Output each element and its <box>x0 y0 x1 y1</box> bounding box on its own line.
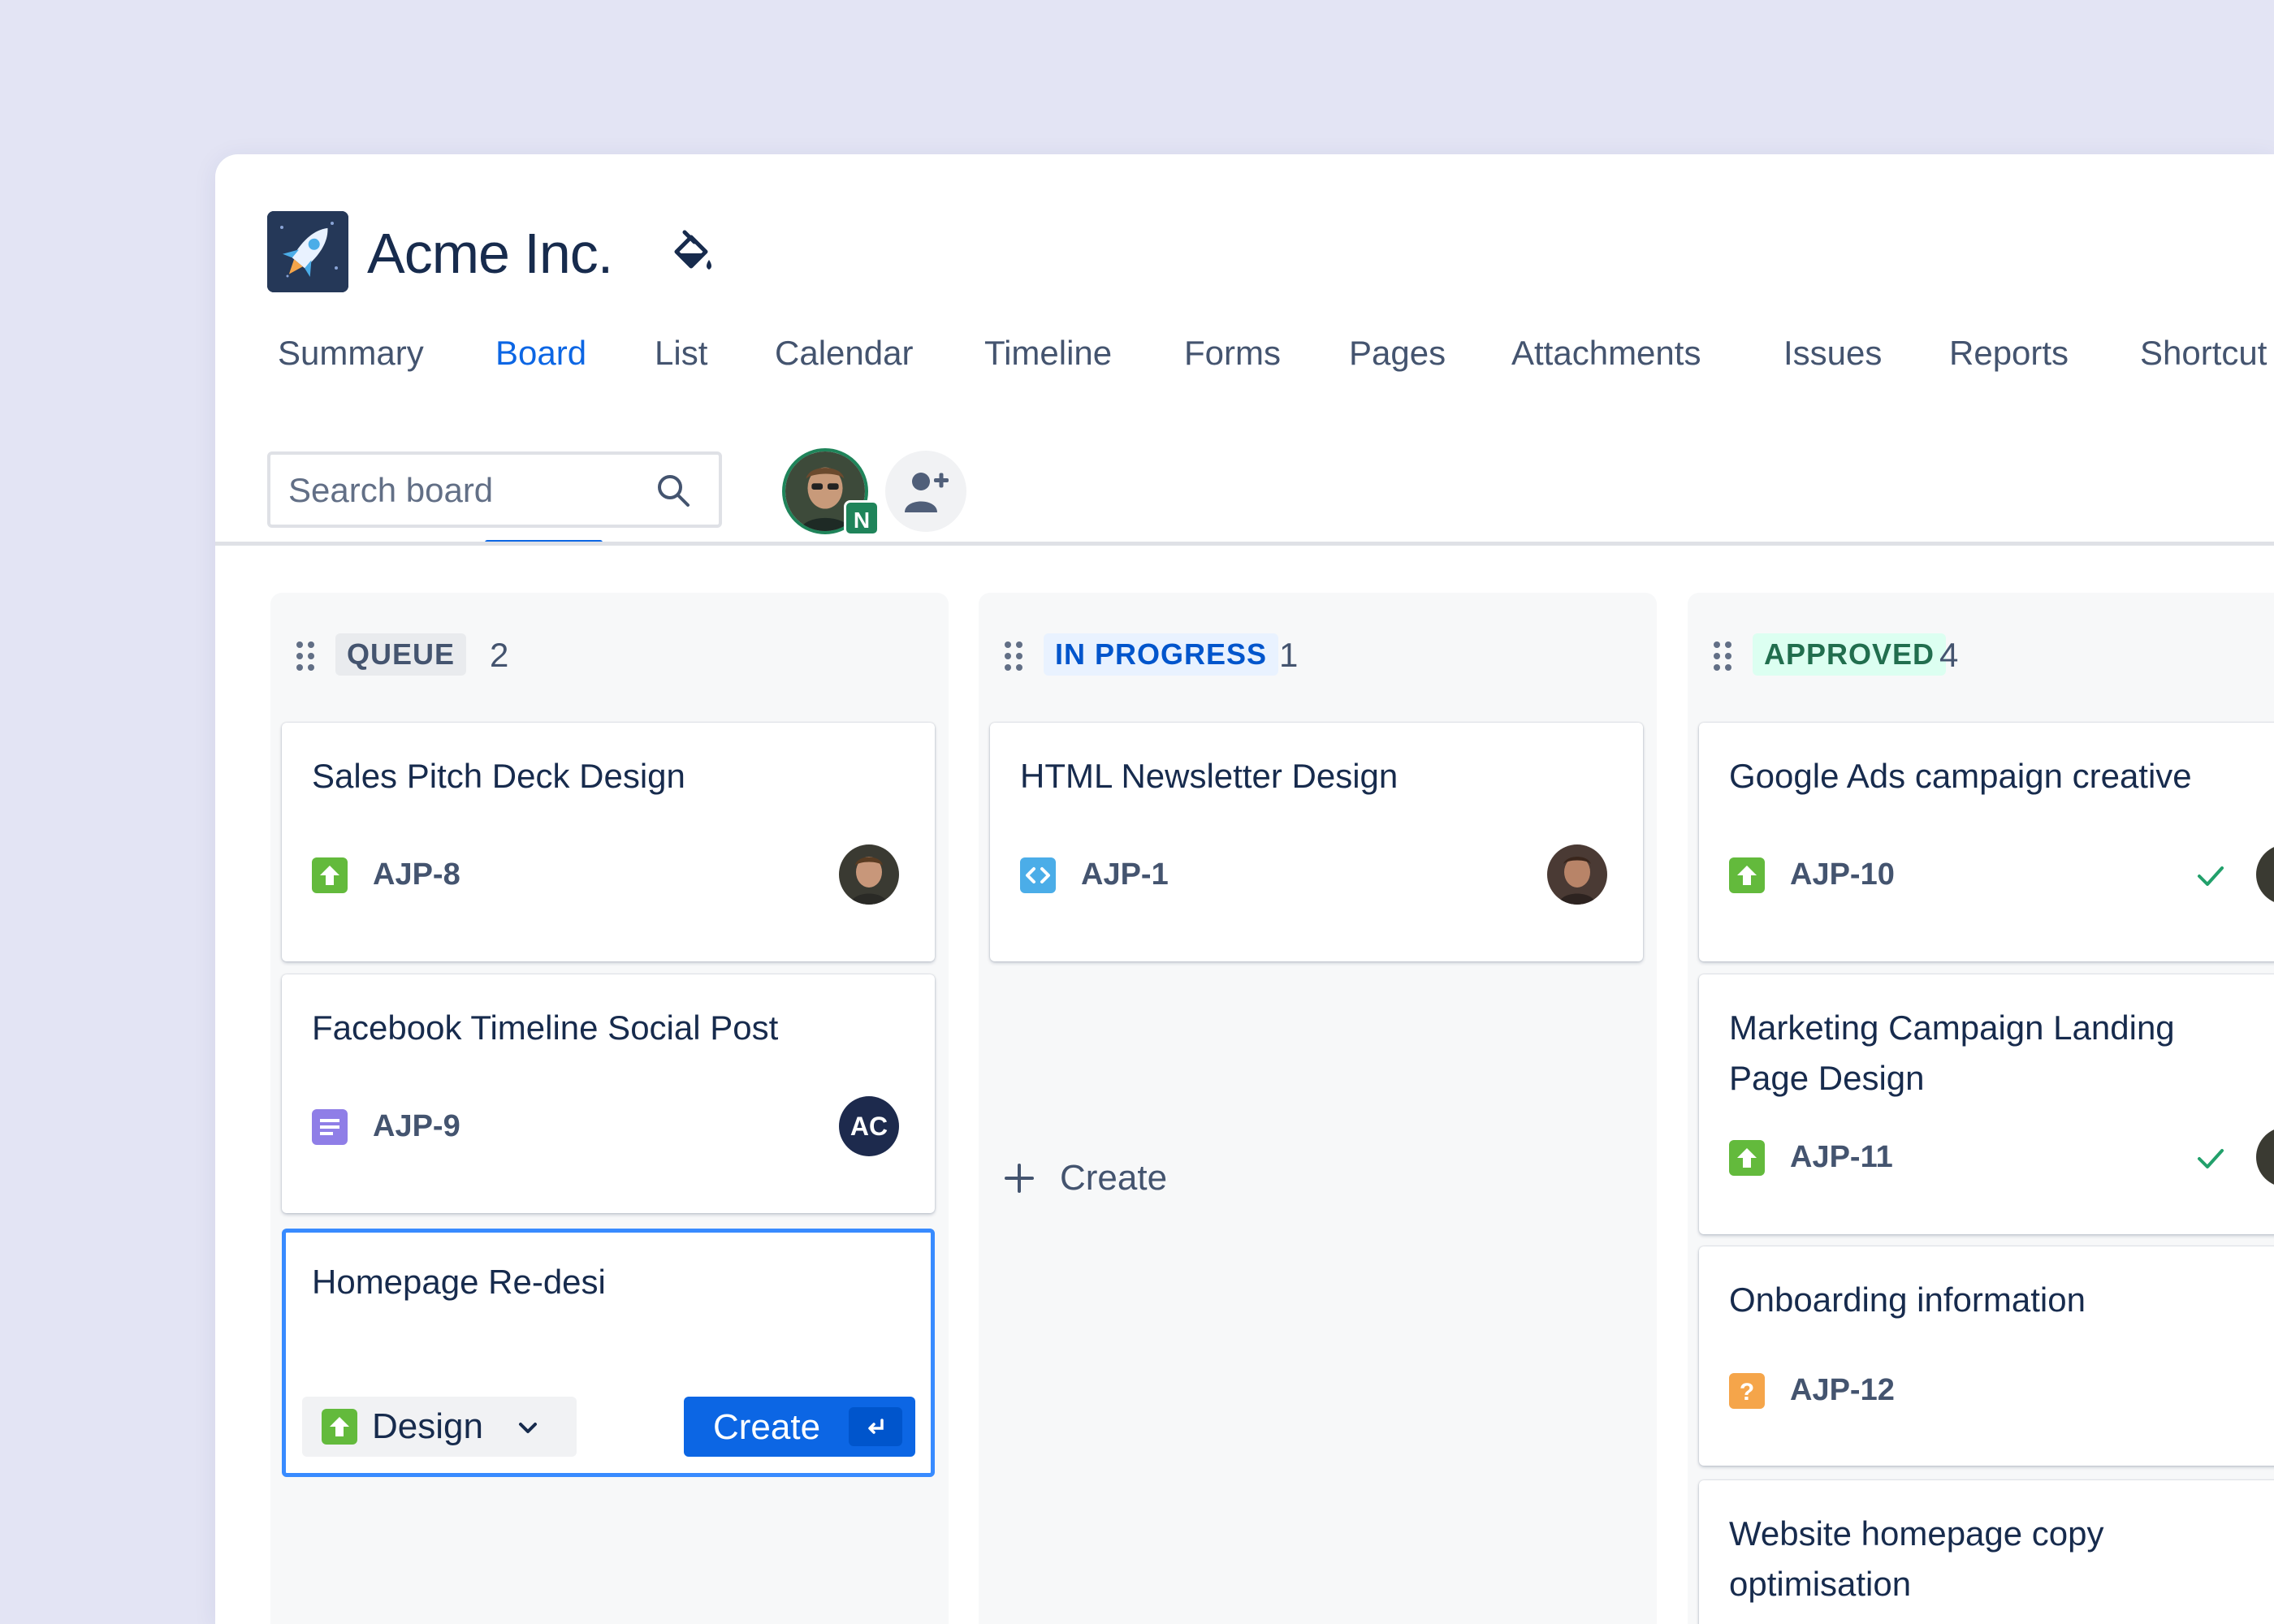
card-title: HTML Newsletter Design <box>1020 757 1399 795</box>
card-title: Website homepage copy optimisation <box>1729 1514 2104 1603</box>
rocket-icon <box>267 211 348 292</box>
tab-attachments[interactable]: Attachments <box>1511 325 1701 382</box>
tab-list[interactable]: List <box>655 325 707 382</box>
column-in-progress: IN PROGRESS 1 HTML Newsletter Design AJP… <box>979 593 1657 1624</box>
issue-type-select[interactable]: Design <box>302 1397 577 1457</box>
create-button-label: Create <box>713 1407 821 1447</box>
question-icon: ? <box>1729 1373 1765 1409</box>
card-title: Marketing Campaign Landing Page Design <box>1729 1009 2175 1097</box>
chevron-down-icon <box>519 1423 537 1433</box>
issue-card[interactable]: Sales Pitch Deck Design AJP-8 <box>282 723 935 961</box>
story-icon <box>312 857 348 893</box>
tab-summary[interactable]: Summary <box>278 325 424 382</box>
issue-count: 4 <box>1939 636 1959 674</box>
issue-count: 2 <box>490 636 509 674</box>
tab-issues[interactable]: Issues <box>1783 325 1882 382</box>
tab-timeline[interactable]: Timeline <box>984 325 1112 382</box>
status-lozenge: IN PROGRESS <box>1044 633 1279 676</box>
assignee-avatar[interactable] <box>2256 1127 2274 1187</box>
search-input[interactable] <box>287 455 647 526</box>
drag-handle-icon[interactable] <box>1003 640 1024 672</box>
create-issue-form: Design Create <box>282 1229 935 1477</box>
column-approved: APPROVED 4 Google Ads campaign creative … <box>1688 593 2274 1624</box>
enter-key-hint <box>849 1407 902 1446</box>
issue-card[interactable]: Marketing Campaign Landing Page Design A… <box>1699 974 2274 1234</box>
status-lozenge: QUEUE <box>335 633 467 676</box>
issue-key: AJP-9 <box>373 1109 460 1143</box>
issue-card[interactable]: Onboarding information ? AJP-12 <box>1699 1246 2274 1466</box>
card-title: Sales Pitch Deck Design <box>312 757 685 795</box>
column-queue: QUEUE 2 Sales Pitch Deck Design AJP-8 Fa… <box>270 593 949 1624</box>
svg-text:?: ? <box>1740 1379 1754 1406</box>
current-user-avatar[interactable]: N <box>782 448 880 536</box>
task-icon <box>312 1109 348 1145</box>
story-icon <box>1729 1140 1765 1176</box>
tab-board[interactable]: Board <box>495 325 586 382</box>
story-icon <box>322 1409 357 1445</box>
story-icon <box>1729 857 1765 893</box>
issue-card[interactable]: Website homepage copy optimisation <box>1699 1480 2274 1624</box>
tab-reports[interactable]: Reports <box>1949 325 2069 382</box>
code-icon <box>1020 857 1056 893</box>
issue-type-label: Design <box>372 1406 483 1446</box>
project-title: Acme Inc. <box>367 222 613 285</box>
search-board[interactable] <box>267 451 722 528</box>
project-panel: Acme Inc. Summary Board List Calendar Ti… <box>215 154 2274 1624</box>
check-icon <box>2198 866 2224 886</box>
paint-bucket-icon[interactable] <box>670 229 715 278</box>
issue-key: AJP-1 <box>1081 857 1169 892</box>
tab-pages[interactable]: Pages <box>1349 325 1446 382</box>
issue-key: AJP-11 <box>1790 1140 1893 1174</box>
card-title: Onboarding information <box>1729 1281 2086 1319</box>
create-label: Create <box>1060 1158 1168 1198</box>
create-button[interactable]: Create <box>684 1397 915 1457</box>
tab-forms[interactable]: Forms <box>1184 325 1281 382</box>
issue-card[interactable]: HTML Newsletter Design AJP-1 <box>990 723 1643 961</box>
drag-handle-icon[interactable] <box>295 640 316 672</box>
issue-card[interactable]: Google Ads campaign creative AJP-10 <box>1699 723 2274 961</box>
tab-calendar[interactable]: Calendar <box>775 325 913 382</box>
assignee-avatar[interactable] <box>839 844 899 905</box>
status-lozenge: APPROVED <box>1753 633 1947 676</box>
search-icon[interactable] <box>655 473 691 508</box>
card-title: Facebook Timeline Social Post <box>312 1009 779 1047</box>
drag-handle-icon[interactable] <box>1712 640 1733 672</box>
user-badge: N <box>844 500 880 536</box>
assignee-avatar[interactable]: AC <box>839 1096 899 1156</box>
issue-key: AJP-8 <box>373 857 460 892</box>
tabs-divider <box>215 542 2274 546</box>
enter-icon <box>868 1419 884 1434</box>
add-person-icon[interactable] <box>885 451 966 532</box>
assignee-avatar[interactable] <box>2256 844 2274 905</box>
card-title: Google Ads campaign creative <box>1729 757 2192 795</box>
plus-icon <box>1005 1164 1034 1193</box>
issue-key: AJP-10 <box>1790 857 1895 892</box>
assignee-avatar[interactable] <box>1547 844 1607 905</box>
check-icon <box>2198 1149 2224 1168</box>
issue-key: AJP-12 <box>1790 1373 1895 1407</box>
issue-summary-input[interactable] <box>312 1257 880 1307</box>
issue-card[interactable]: Facebook Timeline Social Post AJP-9 AC <box>282 974 935 1213</box>
issue-count: 1 <box>1279 636 1299 674</box>
tab-shortcut[interactable]: Shortcut <box>2140 325 2267 382</box>
